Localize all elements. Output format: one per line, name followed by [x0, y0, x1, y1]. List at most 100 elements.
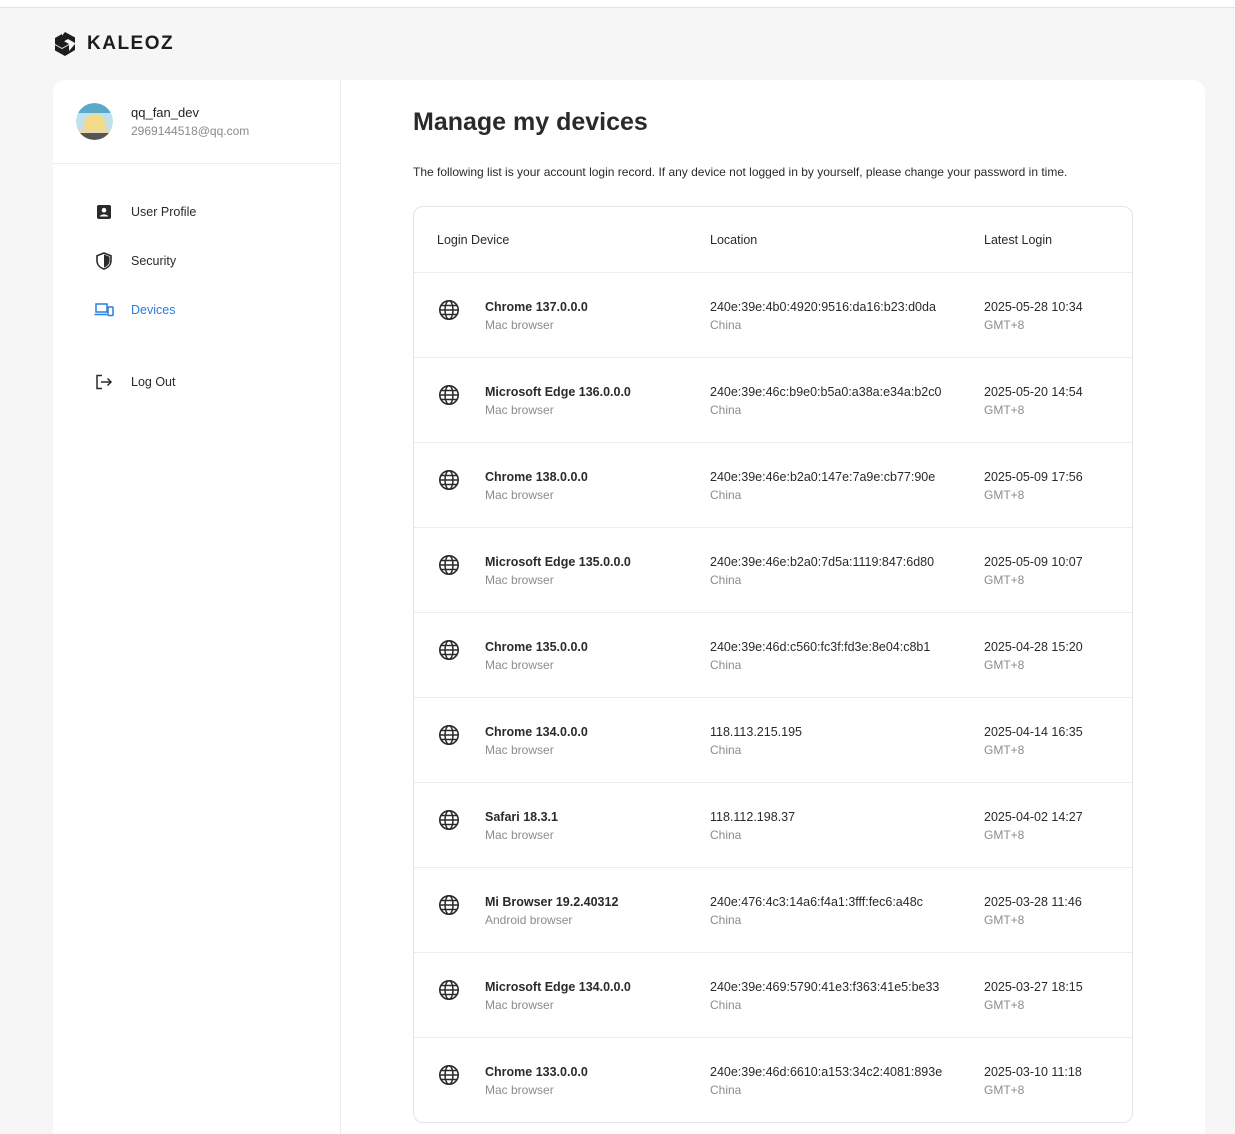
globe-icon — [439, 470, 459, 490]
table-row: Microsoft Edge 135.0.0.0 Mac browser 240… — [414, 528, 1132, 613]
brand-name: KALEOZ — [87, 33, 175, 54]
device-platform: Mac browser — [485, 1083, 554, 1097]
sidebar-item-label: Log Out — [131, 374, 176, 389]
globe-icon — [439, 725, 459, 745]
sidebar-item-security[interactable]: Security — [53, 236, 340, 285]
table-row: Microsoft Edge 136.0.0.0 Mac browser 240… — [414, 358, 1132, 443]
devices-table: Login Device Location Latest Login Chrom… — [413, 206, 1133, 1123]
sidebar-item-log-out[interactable]: Log Out — [53, 357, 340, 406]
login-date: 2025-04-02 14:27 — [984, 810, 1083, 824]
table-header: Login Device Location Latest Login — [414, 207, 1132, 273]
globe-icon — [439, 980, 459, 1000]
location-country: China — [710, 913, 742, 927]
globe-icon — [439, 640, 459, 660]
table-body: Chrome 137.0.0.0 Mac browser 240e:39e:4b… — [414, 273, 1132, 1122]
sidebar-item-label: Devices — [131, 302, 176, 317]
login-date: 2025-05-09 17:56 — [984, 470, 1083, 484]
login-timezone: GMT+8 — [984, 913, 1025, 927]
location-ip: 240e:39e:469:5790:41e3:f363:41e5:be33 — [710, 980, 940, 994]
devices-icon — [94, 300, 114, 320]
globe-icon — [439, 895, 459, 915]
location-country: China — [710, 828, 742, 842]
globe-icon — [439, 1065, 459, 1085]
location-ip: 240e:39e:46c:b9e0:b5a0:a38a:e34a:b2c0 — [710, 385, 942, 399]
device-platform: Mac browser — [485, 998, 554, 1012]
login-date: 2025-05-09 10:07 — [984, 555, 1083, 569]
login-timezone: GMT+8 — [984, 658, 1025, 672]
column-header-location: Location — [710, 232, 758, 247]
login-date: 2025-05-20 14:54 — [984, 385, 1083, 399]
login-timezone: GMT+8 — [984, 828, 1025, 842]
device-name: Microsoft Edge 135.0.0.0 — [485, 555, 631, 569]
sidebar-nav: User Profile Security Devices Log Out — [53, 187, 340, 406]
sidebar-item-label: User Profile — [131, 204, 197, 219]
sidebar: qq_fan_dev 2969144518@qq.com User Profil… — [53, 80, 341, 1134]
column-header-latest-login: Latest Login — [984, 232, 1053, 247]
device-name: Chrome 137.0.0.0 — [485, 300, 588, 314]
kaleoz-logo-icon — [55, 32, 75, 56]
location-country: China — [710, 1083, 742, 1097]
login-date: 2025-05-28 10:34 — [984, 300, 1083, 314]
login-timezone: GMT+8 — [984, 488, 1025, 502]
device-name: Safari 18.3.1 — [485, 810, 558, 824]
globe-icon — [439, 385, 459, 405]
location-country: China — [710, 743, 742, 757]
shield-icon — [94, 251, 114, 271]
user-email: 2969144518@qq.com — [131, 123, 250, 138]
username: qq_fan_dev — [131, 104, 199, 120]
device-platform: Android browser — [485, 913, 573, 927]
globe-icon — [439, 300, 459, 320]
device-name: Mi Browser 19.2.40312 — [485, 895, 619, 909]
device-name: Chrome 138.0.0.0 — [485, 470, 588, 484]
table-row: Chrome 134.0.0.0 Mac browser 118.113.215… — [414, 698, 1132, 783]
sidebar-item-devices[interactable]: Devices — [53, 285, 340, 334]
device-name: Chrome 133.0.0.0 — [485, 1065, 588, 1079]
login-date: 2025-03-28 11:46 — [984, 895, 1082, 909]
login-timezone: GMT+8 — [984, 998, 1025, 1012]
login-timezone: GMT+8 — [984, 1083, 1025, 1097]
account-card: qq_fan_dev 2969144518@qq.com User Profil… — [53, 80, 1205, 1134]
location-ip: 240e:39e:46d:c560:fc3f:fd3e:8e04:c8b1 — [710, 640, 931, 654]
location-ip: 240e:39e:46e:b2a0:147e:7a9e:cb77:90e — [710, 470, 936, 484]
login-date: 2025-04-14 16:35 — [984, 725, 1083, 739]
location-country: China — [710, 403, 742, 417]
login-date: 2025-03-27 18:15 — [984, 980, 1083, 994]
avatar[interactable] — [76, 103, 113, 140]
login-timezone: GMT+8 — [984, 403, 1025, 417]
page-description: The following list is your account login… — [413, 165, 1068, 179]
location-ip: 240e:39e:46e:b2a0:7d5a:1119:847:6d80 — [710, 555, 935, 569]
table-row: Chrome 138.0.0.0 Mac browser 240e:39e:46… — [414, 443, 1132, 528]
brand[interactable]: KALEOZ — [53, 31, 174, 57]
globe-icon — [439, 810, 459, 830]
device-platform: Mac browser — [485, 743, 554, 757]
page-title: Manage my devices — [413, 108, 648, 136]
device-name: Microsoft Edge 136.0.0.0 — [485, 385, 631, 399]
location-country: China — [710, 318, 742, 332]
device-platform: Mac browser — [485, 318, 554, 332]
top-bar — [0, 0, 1235, 8]
location-ip: 118.112.198.37 — [710, 810, 796, 824]
device-platform: Mac browser — [485, 403, 554, 417]
device-name: Chrome 135.0.0.0 — [485, 640, 588, 654]
table-row: Chrome 137.0.0.0 Mac browser 240e:39e:4b… — [414, 273, 1132, 358]
sidebar-item-user-profile[interactable]: User Profile — [53, 187, 340, 236]
location-country: China — [710, 488, 742, 502]
login-date: 2025-03-10 11:18 — [984, 1065, 1082, 1079]
login-date: 2025-04-28 15:20 — [984, 640, 1083, 654]
sidebar-item-label: Security — [131, 253, 177, 268]
device-name: Microsoft Edge 134.0.0.0 — [485, 980, 631, 994]
table-row: Microsoft Edge 134.0.0.0 Mac browser 240… — [414, 953, 1132, 1038]
login-timezone: GMT+8 — [984, 318, 1025, 332]
globe-icon — [439, 555, 459, 575]
location-country: China — [710, 573, 742, 587]
logout-icon — [94, 372, 114, 392]
column-header-login-device: Login Device — [437, 232, 510, 247]
location-ip: 240e:39e:46d:6610:a153:34c2:4081:893e — [710, 1065, 943, 1079]
location-country: China — [710, 658, 742, 672]
location-ip: 240e:39e:4b0:4920:9516:da16:b23:d0da — [710, 300, 936, 314]
user-info: qq_fan_dev 2969144518@qq.com — [53, 80, 340, 164]
device-platform: Mac browser — [485, 828, 554, 842]
device-platform: Mac browser — [485, 488, 554, 502]
user-profile-icon — [94, 202, 114, 222]
table-row: Mi Browser 19.2.40312 Android browser 24… — [414, 868, 1132, 953]
